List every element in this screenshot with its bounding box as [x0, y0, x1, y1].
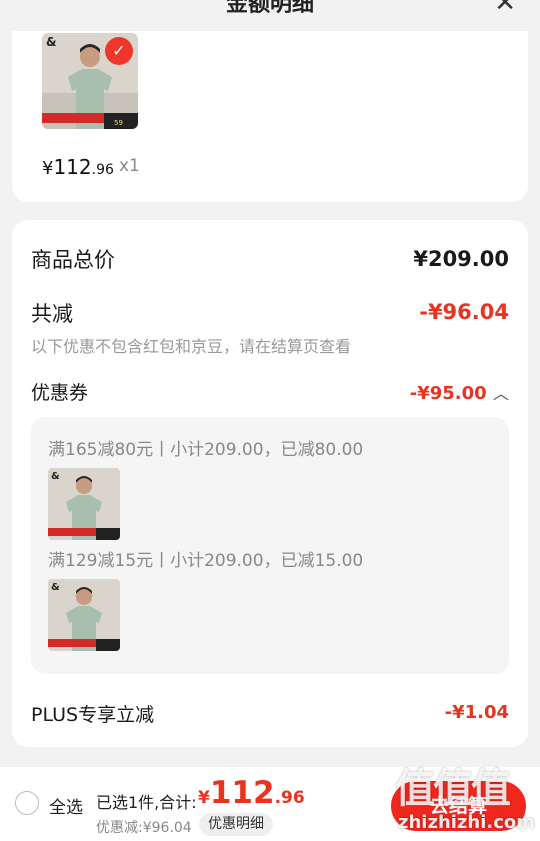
product-price: ¥112.96 [42, 155, 114, 179]
selected-count-text: 已选1件,合计: [96, 793, 197, 812]
reduce-note: 以下优惠不包含红包和京豆，请在结算页查看 [31, 337, 352, 356]
svg-text:&: & [51, 582, 60, 593]
close-icon[interactable]: ✕ [494, 0, 516, 18]
discount-detail-button[interactable]: 优惠明细 [199, 813, 273, 836]
coupon-label: 优惠券 [31, 382, 89, 404]
selected-check-icon[interactable]: ✓ [105, 37, 133, 65]
discount-text: 优惠减:¥96.04 [96, 820, 192, 836]
watermark-logo: 值值值 [395, 766, 511, 812]
coupon-value: -¥95.00 [409, 383, 487, 404]
sheet-title: 金额明细 [225, 0, 314, 17]
coupon-product-thumb: & [48, 579, 120, 651]
price-detail-card: 商品总价 ¥209.00 共减 -¥96.04 以下优惠不包含红包和京豆，请在结… [12, 220, 528, 747]
sheet-header: 金额明细 ✕ [0, 0, 540, 31]
plus-discount-label: PLUS专享立减 [31, 704, 155, 726]
coupon-product-thumb: & [48, 468, 120, 540]
total-price-value: ¥209.00 [413, 247, 509, 271]
coupon-line-1: 满165减80元丨小计209.00，已减80.00 [48, 440, 364, 460]
svg-text:&: & [46, 35, 56, 49]
checkout-total: ¥112.96 [198, 775, 305, 811]
total-reduce-value: -¥96.04 [419, 300, 509, 324]
product-quantity: x1 [119, 156, 140, 176]
plus-discount-value: -¥1.04 [444, 702, 509, 723]
total-reduce-label: 共减 [31, 302, 73, 326]
chevron-up-icon: ︿ [492, 384, 509, 403]
coupon-detail-box: 满165减80元丨小计209.00，已减80.00 & 满129减15元丨小计2… [31, 417, 509, 674]
select-all-label[interactable]: 全选 [49, 793, 83, 818]
total-price-label: 商品总价 [31, 248, 115, 272]
coupon-line-2: 满129减15元丨小计209.00，已减15.00 [48, 551, 364, 571]
svg-text:59: 59 [114, 119, 123, 127]
watermark-url: zhizhizhi.com [398, 812, 536, 833]
product-card: & 59 ✓ ¥112.96 x1 [12, 31, 528, 202]
coupon-toggle[interactable]: -¥95.00 ︿ [410, 380, 509, 404]
select-all-radio[interactable] [15, 791, 39, 815]
svg-text:&: & [51, 471, 60, 482]
